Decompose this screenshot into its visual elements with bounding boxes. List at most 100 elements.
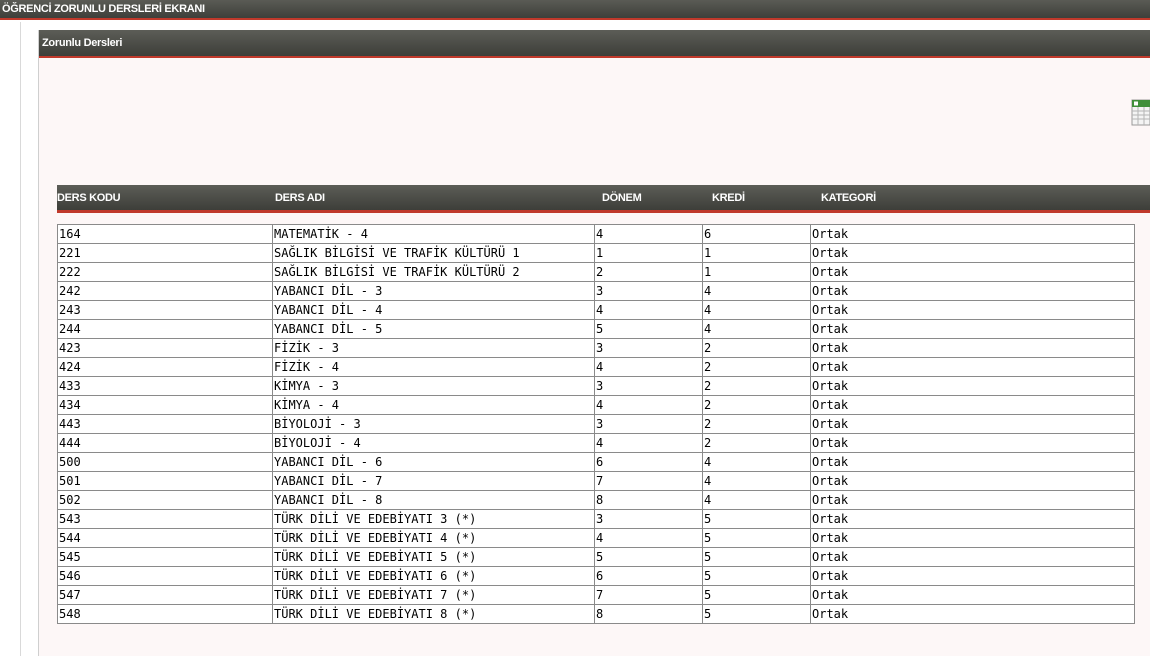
cell-kategori: Ortak [810,490,1135,510]
window-title: ÖĞRENCİ ZORUNLU DERSLERİ EKRANI [2,3,205,15]
cell-ders-kodu: 433 [57,376,273,396]
table-header-bar: DERS KODU DERS ADI DÖNEM KREDİ KATEGORİ [57,185,1150,213]
table-row: 423 FİZİK - 3 3 2 Ortak [57,338,1135,358]
cell-kredi: 6 [702,224,811,244]
cell-kredi: 2 [702,338,811,358]
cell-ders-adi: SAĞLIK BİLGİSİ VE TRAFİK KÜLTÜRÜ 2 [272,262,595,282]
table-row: 242 YABANCI DİL - 3 3 4 Ortak [57,281,1135,301]
cell-ders-adi: TÜRK DİLİ VE EDEBİYATI 3 (*) [272,509,595,529]
cell-kredi: 5 [702,547,811,567]
cell-donem: 4 [594,357,703,377]
cell-donem: 5 [594,547,703,567]
cell-ders-adi: KİMYA - 3 [272,376,595,396]
cell-kategori: Ortak [810,547,1135,567]
cell-donem: 4 [594,224,703,244]
cell-donem: 7 [594,585,703,605]
table-row: 502 YABANCI DİL - 8 8 4 Ortak [57,490,1135,510]
cell-ders-adi: TÜRK DİLİ VE EDEBİYATI 7 (*) [272,585,595,605]
cell-kredi: 4 [702,490,811,510]
col-header-ders-adi: DERS ADI [275,192,325,204]
cell-kategori: Ortak [810,452,1135,472]
cell-kategori: Ortak [810,357,1135,377]
cell-ders-adi: TÜRK DİLİ VE EDEBİYATI 4 (*) [272,528,595,548]
cell-kredi: 4 [702,452,811,472]
cell-ders-adi: FİZİK - 4 [272,357,595,377]
cell-kategori: Ortak [810,395,1135,415]
cell-donem: 4 [594,528,703,548]
window-title-bar: ÖĞRENCİ ZORUNLU DERSLERİ EKRANI [0,0,1150,20]
cell-ders-adi: YABANCI DİL - 4 [272,300,595,320]
cell-donem: 1 [594,243,703,263]
table-row: 546 TÜRK DİLİ VE EDEBİYATI 6 (*) 6 5 Ortak [57,566,1135,586]
cell-ders-kodu: 444 [57,433,273,453]
table-row: 444 BİYOLOJİ - 4 4 2 Ortak [57,433,1135,453]
cell-kategori: Ortak [810,300,1135,320]
cell-ders-kodu: 501 [57,471,273,491]
table-row: 222 SAĞLIK BİLGİSİ VE TRAFİK KÜLTÜRÜ 221O… [57,262,1135,282]
cell-kredi: 2 [702,376,811,396]
cell-ders-kodu: 502 [57,490,273,510]
table-row: 434 KİMYA - 4 4 2 Ortak [57,395,1135,415]
cell-ders-kodu: 546 [57,566,273,586]
cell-kategori: Ortak [810,471,1135,491]
cell-donem: 8 [594,604,703,624]
cell-ders-adi: YABANCI DİL - 3 [272,281,595,301]
cell-ders-adi: YABANCI DİL - 8 [272,490,595,510]
cell-ders-kodu: 434 [57,395,273,415]
cell-donem: 3 [594,509,703,529]
cell-ders-kodu: 547 [57,585,273,605]
table-row: 544 TÜRK DİLİ VE EDEBİYATI 4 (*) 4 5 Ortak [57,528,1135,548]
cell-ders-kodu: 164 [57,224,273,244]
cell-kredi: 5 [702,528,811,548]
cell-kredi: 4 [702,319,811,339]
cell-kredi: 4 [702,281,811,301]
cell-ders-kodu: 543 [57,509,273,529]
table-row: 548 TÜRK DİLİ VE EDEBİYATI 8 (*) 8 5 Ortak [57,604,1135,624]
cell-ders-kodu: 544 [57,528,273,548]
cell-donem: 3 [594,281,703,301]
cell-kredi: 5 [702,585,811,605]
cell-ders-adi: FİZİK - 3 [272,338,595,358]
cell-kredi: 5 [702,566,811,586]
table-row: 547 TÜRK DİLİ VE EDEBİYATI 7 (*) 7 5 Ortak [57,585,1135,605]
col-header-kategori: KATEGORİ [821,192,876,204]
cell-kredi: 1 [702,262,811,282]
cell-donem: 6 [594,566,703,586]
cell-kategori: Ortak [810,281,1135,301]
table-row: 221 SAĞLIK BİLGİSİ VE TRAFİK KÜLTÜRÜ 111O… [57,243,1135,263]
table-row: 543 TÜRK DİLİ VE EDEBİYATI 3 (*) 3 5 Ortak [57,509,1135,529]
cell-kredi: 2 [702,433,811,453]
cell-kredi: 5 [702,509,811,529]
cell-ders-adi: BİYOLOJİ - 3 [272,414,595,434]
cell-ders-adi: YABANCI DİL - 6 [272,452,595,472]
excel-export-icon[interactable] [1131,99,1150,126]
cell-kategori: Ortak [810,262,1135,282]
cell-kredi: 5 [702,604,811,624]
cell-ders-kodu: 424 [57,357,273,377]
cell-ders-adi: KİMYA - 4 [272,395,595,415]
col-header-ders-kodu: DERS KODU [57,192,121,204]
table-row: 443 BİYOLOJİ - 3 3 2 Ortak [57,414,1135,434]
cell-kategori: Ortak [810,414,1135,434]
cell-ders-kodu: 500 [57,452,273,472]
cell-donem: 5 [594,319,703,339]
cell-donem: 3 [594,338,703,358]
table-row: 433 KİMYA - 3 3 2 Ortak [57,376,1135,396]
cell-donem: 3 [594,414,703,434]
required-courses-panel: Zorunlu Dersleri DERS KODU DERS ADI DÖNE… [38,30,1150,656]
cell-donem: 3 [594,376,703,396]
table-row: 545 TÜRK DİLİ VE EDEBİYATI 5 (*) 5 5 Ortak [57,547,1135,567]
table-row: 424 FİZİK - 4 4 2 Ortak [57,357,1135,377]
cell-ders-adi: BİYOLOJİ - 4 [272,433,595,453]
cell-kategori: Ortak [810,604,1135,624]
cell-kategori: Ortak [810,528,1135,548]
table-row: 500 YABANCI DİL - 6 6 4 Ortak [57,452,1135,472]
cell-kredi: 1 [702,243,811,263]
cell-kategori: Ortak [810,566,1135,586]
cell-ders-kodu: 548 [57,604,273,624]
cell-ders-adi: YABANCI DİL - 5 [272,319,595,339]
cell-donem: 7 [594,471,703,491]
panel-header: Zorunlu Dersleri [39,30,1150,58]
col-header-kredi: KREDİ [712,192,745,204]
panel-title: Zorunlu Dersleri [42,37,123,49]
